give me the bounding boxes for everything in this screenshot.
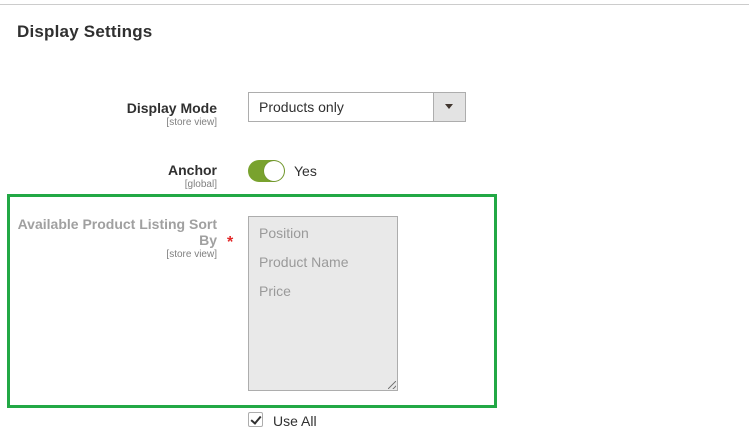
sort-by-label-line2: By bbox=[199, 232, 217, 248]
sort-by-label: Available Product Listing Sort By [store… bbox=[18, 216, 217, 261]
display-mode-label-text: Display Mode bbox=[126, 100, 217, 116]
sort-option-product-name[interactable]: Product Name bbox=[259, 254, 348, 270]
display-mode-scope: [store view] bbox=[166, 117, 217, 128]
required-indicator: * bbox=[227, 234, 234, 251]
anchor-label-text: Anchor bbox=[168, 162, 217, 178]
sort-option-position[interactable]: Position bbox=[259, 225, 309, 241]
sort-by-multiselect[interactable]: Position Product Name Price bbox=[248, 216, 398, 391]
display-mode-dropdown-button[interactable] bbox=[433, 93, 465, 121]
use-all-label[interactable]: Use All bbox=[273, 413, 317, 429]
sort-by-label-line1: Available Product Listing Sort bbox=[17, 216, 217, 232]
resize-grip-icon[interactable] bbox=[388, 381, 396, 389]
anchor-toggle-text: Yes bbox=[294, 163, 317, 179]
use-all-checkbox[interactable] bbox=[248, 412, 263, 427]
anchor-label: Anchor [global] bbox=[168, 162, 217, 191]
display-mode-value: Products only bbox=[259, 99, 344, 115]
anchor-scope: [global] bbox=[184, 179, 217, 190]
display-mode-label: Display Mode [store view] bbox=[127, 100, 217, 129]
top-divider bbox=[0, 4, 749, 5]
sort-by-scope: [store view] bbox=[166, 249, 217, 260]
check-icon bbox=[250, 413, 262, 425]
toggle-knob bbox=[264, 161, 284, 181]
chevron-down-icon bbox=[445, 104, 453, 109]
sort-option-price[interactable]: Price bbox=[259, 283, 291, 299]
display-mode-select[interactable]: Products only bbox=[248, 92, 466, 122]
section-title: Display Settings bbox=[17, 22, 153, 41]
anchor-toggle[interactable] bbox=[248, 160, 285, 182]
